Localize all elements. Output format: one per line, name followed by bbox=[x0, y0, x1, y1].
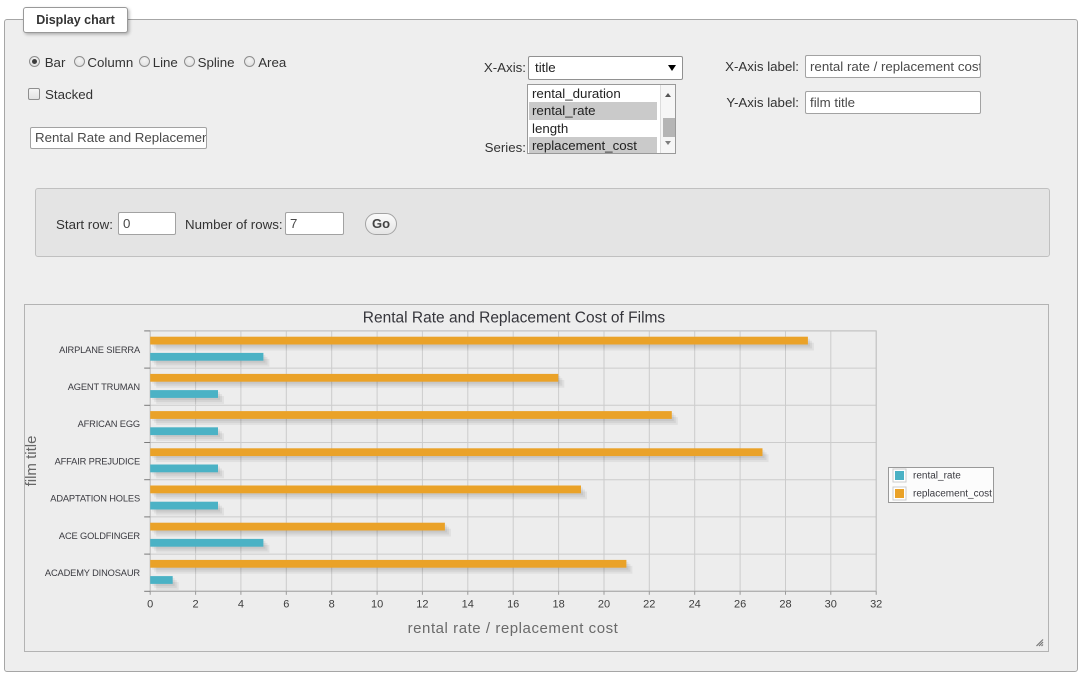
svg-text:film title: film title bbox=[25, 436, 40, 487]
svg-text:AFFAIR PREJUDICE: AFFAIR PREJUDICE bbox=[55, 456, 140, 466]
svg-text:AGENT TRUMAN: AGENT TRUMAN bbox=[68, 382, 140, 392]
svg-text:30: 30 bbox=[825, 599, 837, 611]
svg-text:22: 22 bbox=[643, 599, 655, 611]
svg-text:8: 8 bbox=[329, 599, 335, 611]
svg-text:26: 26 bbox=[734, 599, 746, 611]
svg-text:16: 16 bbox=[507, 599, 519, 611]
svg-text:ACE GOLDFINGER: ACE GOLDFINGER bbox=[59, 531, 141, 541]
svg-text:32: 32 bbox=[870, 599, 882, 611]
svg-text:18: 18 bbox=[552, 599, 564, 611]
svg-text:AIRPLANE SIERRA: AIRPLANE SIERRA bbox=[59, 345, 141, 355]
svg-text:ACADEMY DINOSAUR: ACADEMY DINOSAUR bbox=[45, 568, 140, 578]
svg-text:ADAPTATION HOLES: ADAPTATION HOLES bbox=[50, 494, 140, 504]
svg-text:rental_rate: rental_rate bbox=[913, 471, 961, 482]
svg-text:Rental Rate and Replacement Co: Rental Rate and Replacement Cost of Film… bbox=[363, 310, 666, 327]
svg-text:14: 14 bbox=[462, 599, 474, 611]
svg-text:0: 0 bbox=[147, 599, 153, 611]
svg-text:AFRICAN EGG: AFRICAN EGG bbox=[78, 419, 140, 429]
svg-text:rental rate / replacement cost: rental rate / replacement cost bbox=[408, 620, 619, 637]
svg-text:6: 6 bbox=[283, 599, 289, 611]
svg-text:28: 28 bbox=[779, 599, 791, 611]
svg-text:replacement_cost: replacement_cost bbox=[913, 489, 992, 500]
svg-text:20: 20 bbox=[598, 599, 610, 611]
svg-text:24: 24 bbox=[689, 599, 701, 611]
svg-text:4: 4 bbox=[238, 599, 244, 611]
svg-text:2: 2 bbox=[193, 599, 199, 611]
svg-text:12: 12 bbox=[416, 599, 428, 611]
svg-text:10: 10 bbox=[371, 599, 383, 611]
